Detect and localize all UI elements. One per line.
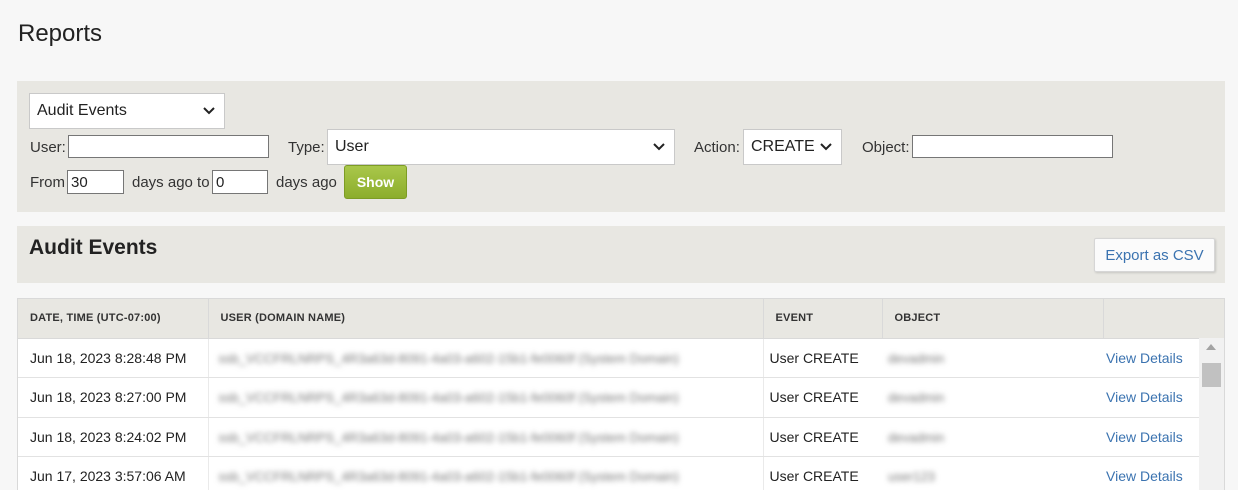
action-select[interactable]: CREATE (743, 129, 842, 165)
export-csv-button[interactable]: Export as CSV (1094, 238, 1215, 272)
scroll-thumb[interactable] (1202, 363, 1221, 387)
cell-user: ssb_VCCFRLNRPS_4R3a63d-8091-4a03-a602-15… (208, 338, 764, 378)
cell-user: ssb_VCCFRLNRPS_4R3a63d-8091-4a03-a602-15… (208, 456, 764, 490)
cell-datetime: Jun 18, 2023 8:24:02 PM (18, 417, 209, 457)
cell-user: ssb_VCCFRLNRPS_4R3a63d-8091-4a03-a602-15… (208, 377, 764, 418)
cell-object: user123 (882, 456, 1103, 490)
cell-user: ssb_VCCFRLNRPS_4R3a63d-8091-4a03-a602-15… (208, 417, 764, 457)
table-row: Jun 18, 2023 8:27:00 PM ssb_VCCFRLNRPS_4… (18, 377, 1224, 418)
user-domain-text: ssb_VCCFRLNRPS_4R3a63d-8091-4a03-a602-15… (218, 429, 679, 445)
view-details-link[interactable]: View Details (1106, 429, 1183, 445)
days-ago-to-label: days ago to (132, 174, 210, 191)
object-text: devadmin (888, 350, 945, 366)
audit-events-header: Audit Events Export as CSV (17, 226, 1225, 283)
user-domain-text: ssb_VCCFRLNRPS_4R3a63d-8091-4a03-a602-15… (218, 390, 679, 406)
type-select[interactable]: User (327, 129, 675, 165)
type-value: User (335, 138, 369, 155)
cell-event: User CREATE (763, 417, 882, 457)
user-label: User: (30, 139, 66, 156)
cell-datetime: Jun 17, 2023 3:57:06 AM (18, 456, 209, 490)
view-details-link[interactable]: View Details (1106, 389, 1183, 405)
user-domain-text: ssb_VCCFRLNRPS_4R3a63d-8091-4a03-a602-15… (218, 350, 679, 366)
object-text: devadmin (888, 429, 945, 445)
from-days-input[interactable] (67, 170, 124, 194)
cell-object: devadmin (882, 338, 1103, 378)
column-header-object[interactable]: OBJECT (882, 299, 1104, 339)
chevron-down-icon (202, 104, 216, 118)
cell-event: User CREATE (763, 456, 882, 490)
table-row: Jun 17, 2023 3:57:06 AM ssb_VCCFRLNRPS_4… (18, 456, 1224, 490)
page-title: Reports (18, 20, 103, 47)
user-domain-text: ssb_VCCFRLNRPS_4R3a63d-8091-4a03-a602-15… (218, 469, 679, 485)
object-text: user123 (888, 469, 935, 485)
cell-datetime: Jun 18, 2023 8:27:00 PM (18, 377, 209, 418)
table-row: Jun 18, 2023 8:24:02 PM ssb_VCCFRLNRPS_4… (18, 417, 1224, 457)
report-type-value: Audit Events (37, 102, 127, 119)
table-scrollbar[interactable] (1199, 338, 1224, 490)
days-ago-label: days ago (276, 174, 337, 191)
object-input[interactable] (912, 135, 1113, 158)
scroll-up-arrow-icon[interactable] (1206, 344, 1216, 350)
object-label: Object: (862, 139, 910, 156)
cell-datetime: Jun 18, 2023 8:28:48 PM (18, 338, 209, 378)
action-value: CREATE (751, 138, 815, 155)
user-input[interactable] (68, 135, 269, 158)
type-label: Type: (288, 139, 325, 156)
column-header-event[interactable]: EVENT (763, 299, 883, 339)
chevron-down-icon (652, 140, 666, 154)
report-type-select[interactable]: Audit Events (29, 93, 225, 129)
column-header-datetime[interactable]: DATE, TIME (UTC-07:00) (18, 299, 209, 339)
column-header-actions (1103, 299, 1224, 339)
view-details-link[interactable]: View Details (1106, 468, 1183, 484)
to-days-input[interactable] (212, 170, 268, 194)
cell-object: devadmin (882, 417, 1103, 457)
section-title: Audit Events (29, 236, 158, 259)
chevron-down-icon (819, 140, 833, 154)
column-header-user[interactable]: USER (DOMAIN NAME) (208, 299, 764, 339)
action-label: Action: (694, 139, 740, 156)
table-header-row: DATE, TIME (UTC-07:00) USER (DOMAIN NAME… (18, 299, 1224, 339)
cell-event: User CREATE (763, 377, 882, 418)
cell-object: devadmin (882, 377, 1103, 418)
table-row: Jun 18, 2023 8:28:48 PM ssb_VCCFRLNRPS_4… (18, 338, 1224, 378)
show-button[interactable]: Show (344, 165, 407, 199)
view-details-link[interactable]: View Details (1106, 350, 1183, 366)
filter-panel: Audit Events User: Type: User Action: CR… (17, 81, 1225, 212)
object-text: devadmin (888, 390, 945, 406)
from-label: From (30, 174, 65, 191)
cell-event: User CREATE (763, 338, 882, 378)
audit-events-table: DATE, TIME (UTC-07:00) USER (DOMAIN NAME… (17, 298, 1225, 490)
